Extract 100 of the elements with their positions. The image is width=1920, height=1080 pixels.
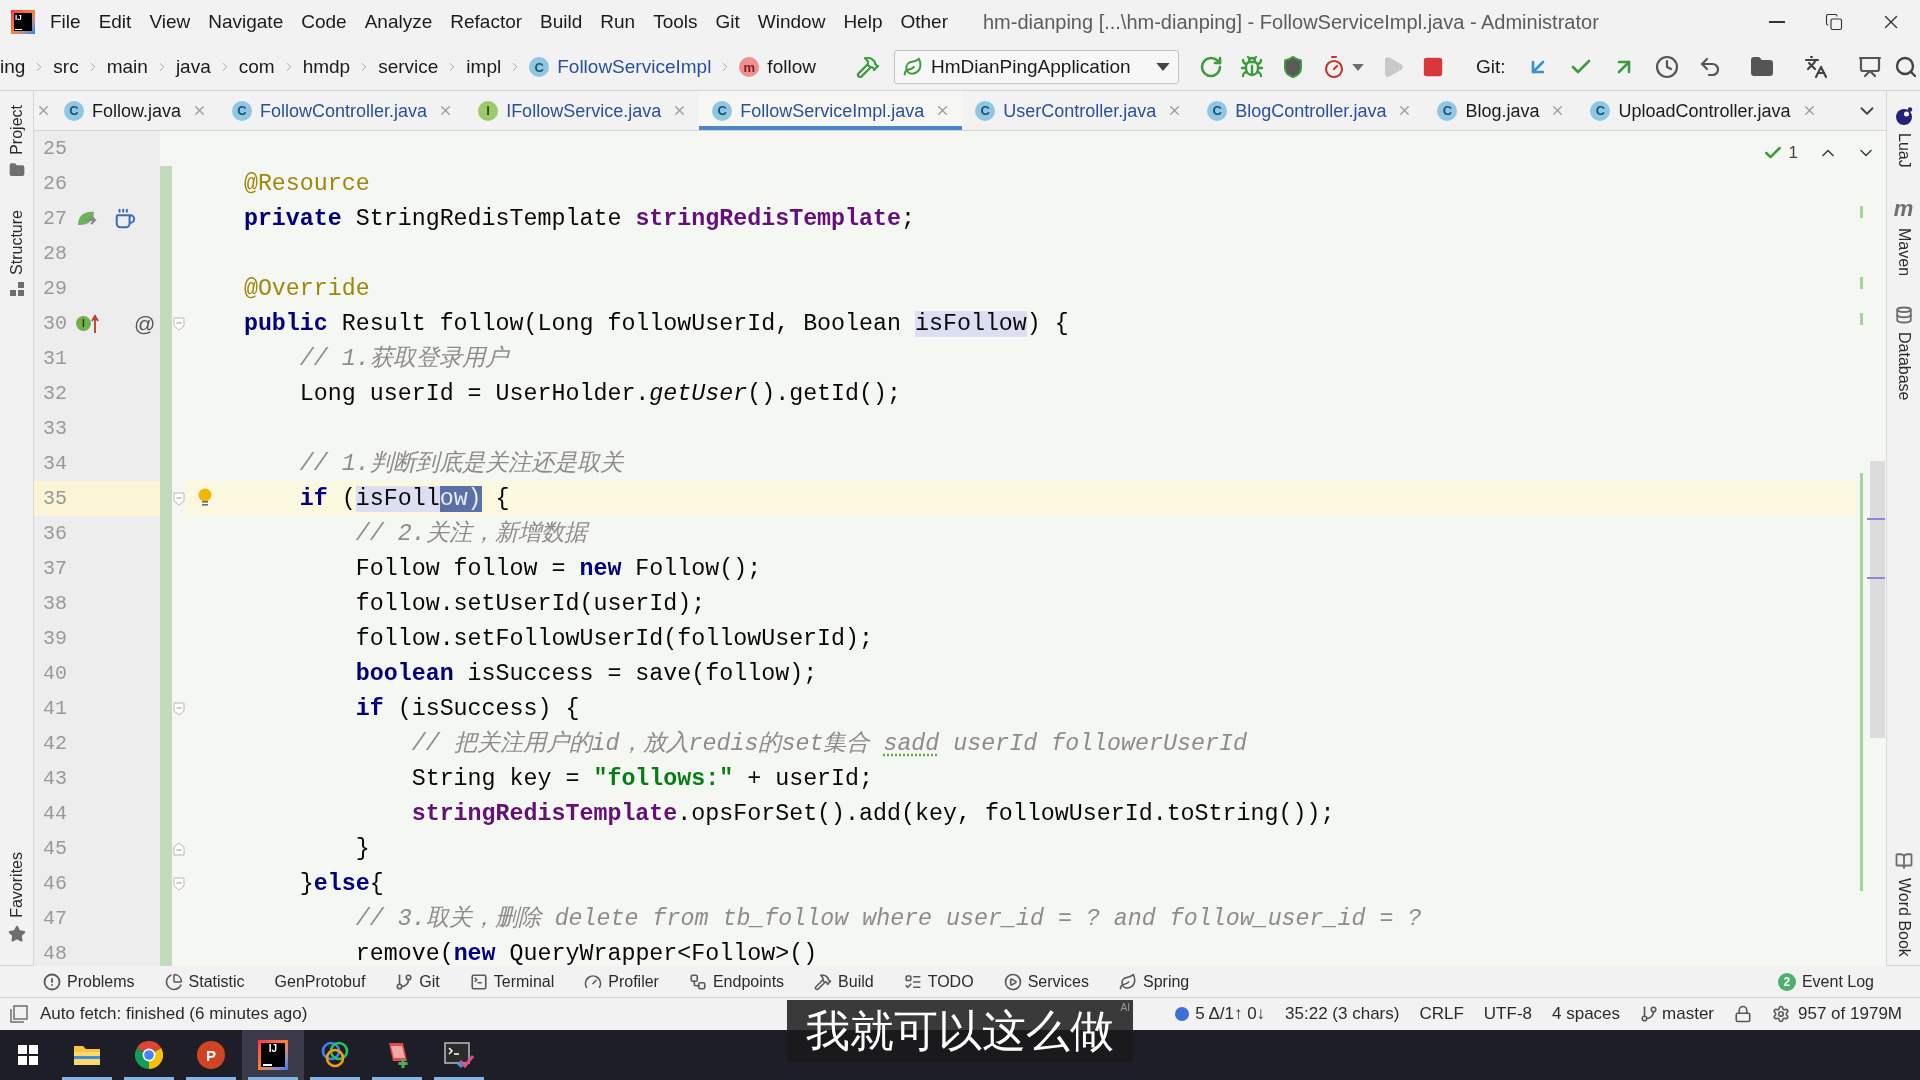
fold-marker-icon[interactable]: [173, 316, 185, 331]
line-number: 35: [42, 486, 67, 511]
folder-icon[interactable]: [1749, 55, 1774, 79]
breadcrumb[interactable]: hmdp: [302, 55, 351, 79]
fold-marker-icon[interactable]: [173, 491, 185, 506]
presentation-icon[interactable]: [1857, 55, 1882, 79]
bug-icon[interactable]: [1239, 55, 1264, 79]
breadcrumb[interactable]: service: [378, 55, 439, 79]
stacked-squares-icon[interactable]: [10, 1005, 28, 1023]
memory-indicator[interactable]: 957 of 1979M: [1772, 1003, 1902, 1025]
taskbar-button[interactable]: P: [180, 1030, 242, 1080]
lightbulb-icon[interactable]: [198, 488, 212, 508]
line-number: 46: [42, 871, 67, 896]
editor-tab[interactable]: I IFollowService.java: [465, 91, 700, 130]
breadcrumb[interactable]: ing: [0, 55, 26, 79]
status-widget[interactable]: CRLF: [1419, 1003, 1464, 1025]
branch-widget[interactable]: master: [1640, 1003, 1715, 1025]
coffee-cup-icon: [114, 206, 136, 231]
tool-window-button[interactable]: Terminal: [454, 970, 570, 993]
branch-icon: [395, 972, 414, 991]
hammer-icon[interactable]: [855, 55, 880, 79]
vcs-status-widget[interactable]: 5 Δ/1↑ 0↓: [1175, 1003, 1266, 1025]
tool-window-button[interactable]: Project: [4, 101, 29, 182]
tool-window-button[interactable]: Favorites: [4, 848, 29, 947]
menu-item[interactable]: Tools: [644, 4, 707, 40]
tool-window-button[interactable]: Word Book: [1891, 848, 1916, 961]
menu-item[interactable]: Build: [531, 4, 592, 40]
close-icon[interactable]: [36, 103, 51, 118]
menu-item[interactable]: Window: [748, 4, 835, 40]
gauge-icon: [584, 972, 603, 991]
tool-window-button[interactable]: Profiler: [569, 970, 674, 993]
tool-window-button[interactable]: Git: [380, 970, 455, 993]
tool-window-button[interactable]: GenProtobuf: [259, 970, 381, 993]
circular-arrow-icon[interactable]: [1198, 55, 1223, 79]
tool-window-button[interactable]: TODO: [888, 970, 989, 993]
code-line: }else{: [299, 869, 384, 899]
editor-tab[interactable]: C Blog.java: [1424, 91, 1578, 130]
menu-item[interactable]: Analyze: [355, 4, 442, 40]
fold-end-marker-icon[interactable]: [173, 841, 185, 856]
editor-tab[interactable]: C FollowServiceImpl.java: [699, 91, 963, 130]
menu-item[interactable]: Edit: [89, 4, 141, 40]
database-icon: [1894, 305, 1913, 324]
at-sign-icon[interactable]: @: [134, 313, 156, 334]
translate-icon[interactable]: [1803, 55, 1828, 79]
tool-window-button[interactable]: Database: [1891, 301, 1916, 405]
taskbar-button[interactable]: IJ: [242, 1030, 304, 1080]
caret-icon[interactable]: [1351, 63, 1364, 71]
editor-tab[interactable]: C UploadController.java: [1577, 91, 1829, 130]
breadcrumb[interactable]: src: [53, 55, 79, 79]
tool-window-button[interactable]: LuaJ: [1891, 103, 1916, 172]
status-widget[interactable]: 4 spaces: [1552, 1003, 1621, 1025]
lock-icon[interactable]: [1734, 1005, 1753, 1023]
leaf-arrow-icon[interactable]: [76, 209, 98, 228]
code-line: remove(new QueryWrapper<Follow>(): [355, 939, 818, 966]
status-widget[interactable]: UTF-8: [1483, 1003, 1532, 1025]
status-widget[interactable]: 35:22 (3 chars): [1285, 1003, 1400, 1025]
star-icon: [7, 925, 26, 943]
inspection-count: 1: [1788, 143, 1798, 163]
breadcrumb[interactable]: java: [175, 55, 211, 79]
tool-window-button[interactable]: m Maven: [1891, 193, 1916, 280]
tool-window-button[interactable]: Spring: [1104, 970, 1205, 993]
editor-tab[interactable]: C Follow.java: [51, 91, 220, 130]
search-icon[interactable]: [1893, 55, 1918, 79]
line-number: 30: [42, 311, 67, 336]
line-number: 27: [42, 206, 67, 231]
fold-marker-icon[interactable]: [173, 701, 185, 716]
menu-item[interactable]: View: [140, 4, 200, 40]
breadcrumb[interactable]: com: [238, 55, 275, 79]
code-line: // 1.判断到底是关注还是取关: [299, 449, 623, 479]
breadcrumb[interactable]: m follow: [739, 55, 816, 79]
breadcrumb[interactable]: C FollowServiceImpl: [529, 55, 712, 79]
menu-item[interactable]: Help: [834, 4, 892, 40]
tool-window-button[interactable]: Structure: [4, 205, 29, 300]
event-log-button[interactable]: 2 Event Log: [1777, 970, 1874, 993]
menu-item[interactable]: Navigate: [199, 4, 293, 40]
tool-window-button[interactable]: Problems: [28, 970, 150, 993]
maven-m-icon: m: [1893, 197, 1914, 220]
breadcrumb[interactable]: impl: [466, 55, 502, 79]
app-logo-icon[interactable]: IJ: [11, 10, 35, 34]
fold-marker-icon[interactable]: [173, 876, 185, 891]
run-configuration-dropdown[interactable]: HmDianPingApplication: [893, 50, 1179, 84]
tool-window-button[interactable]: Services: [988, 970, 1104, 993]
status-message: Auto fetch: finished (6 minutes ago): [40, 1003, 308, 1025]
editor-tab[interactable]: C FollowController.java: [219, 91, 466, 130]
stop-icon[interactable]: [1421, 56, 1444, 78]
class-icon: C: [64, 100, 84, 121]
editor-tab[interactable]: C UserController.java: [962, 91, 1195, 130]
breadcrumb[interactable]: main: [106, 55, 148, 79]
tool-window-button[interactable]: Build: [799, 970, 889, 993]
menu-item[interactable]: Git: [706, 4, 749, 40]
tool-window-button[interactable]: Endpoints: [673, 970, 800, 993]
code-line: Follow follow = new Follow();: [355, 554, 762, 584]
menu-item[interactable]: Other: [891, 4, 957, 40]
menu-item[interactable]: File: [41, 4, 90, 40]
menu-item[interactable]: Refactor: [441, 4, 532, 40]
menu-item[interactable]: Code: [292, 4, 356, 40]
editor-tab[interactable]: C BlogController.java: [1194, 91, 1425, 130]
menu-item[interactable]: Run: [591, 4, 645, 40]
clock-icon[interactable]: [1654, 55, 1679, 79]
tool-window-button[interactable]: Statistic: [149, 970, 260, 993]
